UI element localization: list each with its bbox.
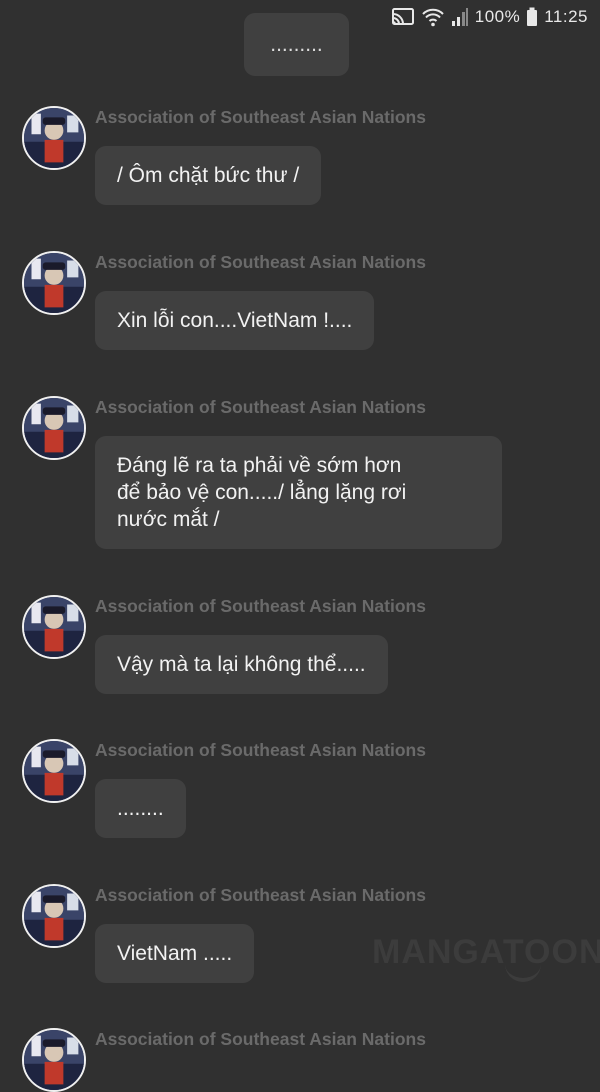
avatar[interactable]	[22, 739, 86, 803]
battery-icon	[526, 7, 538, 27]
avatar[interactable]	[22, 396, 86, 460]
clock: 11:25	[544, 7, 588, 26]
sender-name: Association of Southeast Asian Nations	[95, 107, 426, 127]
watermark-logo: MANGATOON	[372, 933, 600, 971]
avatar[interactable]	[22, 106, 86, 170]
battery-percent: 100%	[474, 7, 521, 26]
avatar[interactable]	[22, 1028, 86, 1092]
status-bar: 100% 11:25	[391, 0, 600, 34]
message-bubble: Xin lỗi con....VietNam !....	[95, 291, 375, 350]
message-bubble: .........	[244, 13, 349, 76]
sender-name: Association of Southeast Asian Nations	[95, 397, 426, 417]
avatar[interactable]	[22, 595, 86, 659]
sender-name: Association of Southeast Asian Nations	[95, 252, 426, 272]
message-bubble: ........	[95, 779, 186, 838]
message-bubble: VietNam .....	[95, 924, 255, 983]
cast-icon	[391, 7, 415, 27]
signal-icon	[451, 7, 469, 27]
sender-name: Association of Southeast Asian Nations	[95, 885, 426, 905]
sender-name: Association of Southeast Asian Nations	[95, 1029, 426, 1049]
watermark-smile-icon	[505, 960, 541, 982]
sender-name: Association of Southeast Asian Nations	[95, 596, 426, 616]
avatar[interactable]	[22, 251, 86, 315]
message-bubble: / Ôm chặt bức thư /	[95, 146, 322, 205]
avatar[interactable]	[22, 884, 86, 948]
message-bubble: Vậy mà ta lại không thể.....	[95, 635, 388, 694]
sender-name: Association of Southeast Asian Nations	[95, 740, 426, 760]
message-bubble: Đáng lẽ ra ta phải về sớm hơn để bảo vệ …	[95, 436, 502, 549]
wifi-icon	[421, 7, 445, 27]
